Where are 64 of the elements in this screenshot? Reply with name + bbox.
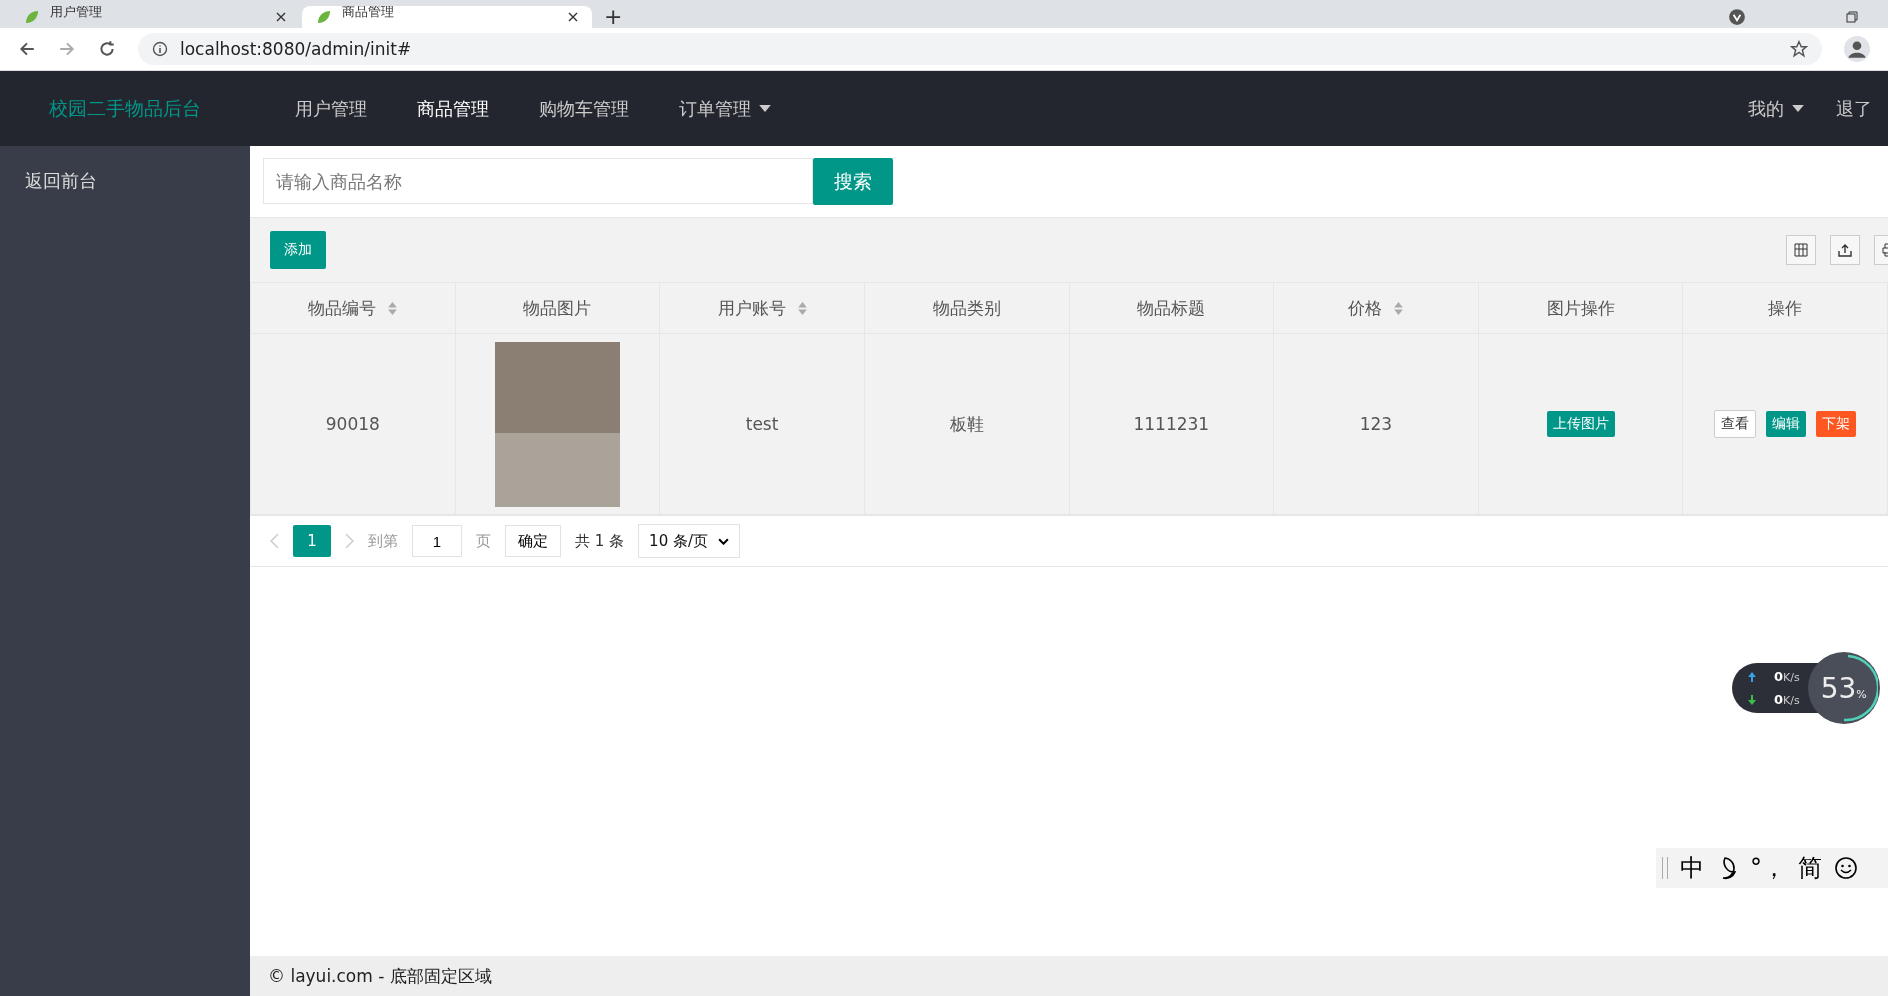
table-cell: 板鞋 [949,413,984,434]
caret-icon [1792,105,1804,112]
table-cell: 90018 [325,414,380,434]
star-icon[interactable] [1790,40,1808,58]
leaf-icon [24,9,40,25]
column-header: 物品编号 [308,296,377,320]
chevron-icon [718,537,729,545]
table-cell: test [745,414,779,434]
nav-item[interactable]: 用户管理 [270,96,392,121]
download-arrow-icon [1748,694,1756,705]
back-icon[interactable] [18,40,36,58]
page-input[interactable]: 1 [412,525,462,557]
ime-button[interactable]: °， [1750,852,1786,884]
ime-button[interactable]: 简 [1798,852,1822,884]
close-icon[interactable] [568,12,578,22]
column-header: 价格 [1348,296,1383,320]
shield-icon[interactable] [1728,8,1746,26]
close-icon[interactable] [276,12,286,22]
upload-image-button[interactable]: 上传图片 [1546,411,1615,437]
header-link[interactable]: 我的 [1732,96,1820,121]
header-link[interactable]: 退了 [1820,96,1888,121]
nav-item[interactable]: 购物车管理 [514,96,654,121]
column-header: 操作 [1768,296,1803,320]
nav-item[interactable]: 订单管理 [654,96,796,121]
search-field[interactable]: 请输入商品名称 [263,158,813,204]
export-button[interactable] [1830,235,1860,265]
table-cell: 123 [1359,414,1393,434]
column-header: 物品类别 [932,296,1001,320]
info-icon [152,41,168,57]
upload-speed: 0K/s [1774,669,1800,684]
row-action-button[interactable]: 编辑 [1766,411,1807,437]
download-speed: 0K/s [1774,692,1800,707]
column-header: 物品标题 [1137,296,1206,320]
ime-button[interactable]: 中 [1680,852,1704,884]
total-count: 共 1 条 [575,531,625,551]
table-cell: 1111231 [1133,414,1210,434]
column-header: 图片操作 [1546,296,1615,320]
columns-button[interactable] [1786,235,1816,265]
upload-arrow-icon [1748,671,1756,682]
confirm-button[interactable]: 确定 [505,525,561,557]
footer-text: © layui.com - 底部固定区域 [268,964,492,988]
column-header: 用户账号 [717,296,786,320]
memory-percent: 53% [1820,671,1867,705]
search-button[interactable]: 搜索 [813,158,893,205]
smiley-icon[interactable] [1834,856,1858,880]
caret-icon [759,105,771,112]
column-header: 物品图片 [523,296,592,320]
grid-icon [1794,243,1808,257]
restore-icon[interactable] [1846,11,1858,23]
goto-label: 到第 [368,531,398,551]
leaf-icon [316,9,332,25]
row-action-button[interactable]: 查看 [1714,410,1757,438]
app-logo[interactable]: 校园二手物品后台 [0,95,250,122]
page-label: 页 [476,531,491,551]
new-tab-button[interactable]: + [594,6,633,28]
current-page[interactable]: 1 [293,525,331,557]
export-icon [1838,243,1852,257]
nav-item[interactable]: 商品管理 [392,96,514,121]
page-size-select[interactable]: 10 条/页 [638,524,740,558]
sidebar-item[interactable]: 返回前台 [0,161,250,201]
address-bar[interactable]: localhost:8080/admin/init# [138,33,1822,65]
profile-icon[interactable] [1844,36,1870,62]
add-button[interactable]: 添加 [270,231,326,269]
reload-icon[interactable] [98,40,116,58]
